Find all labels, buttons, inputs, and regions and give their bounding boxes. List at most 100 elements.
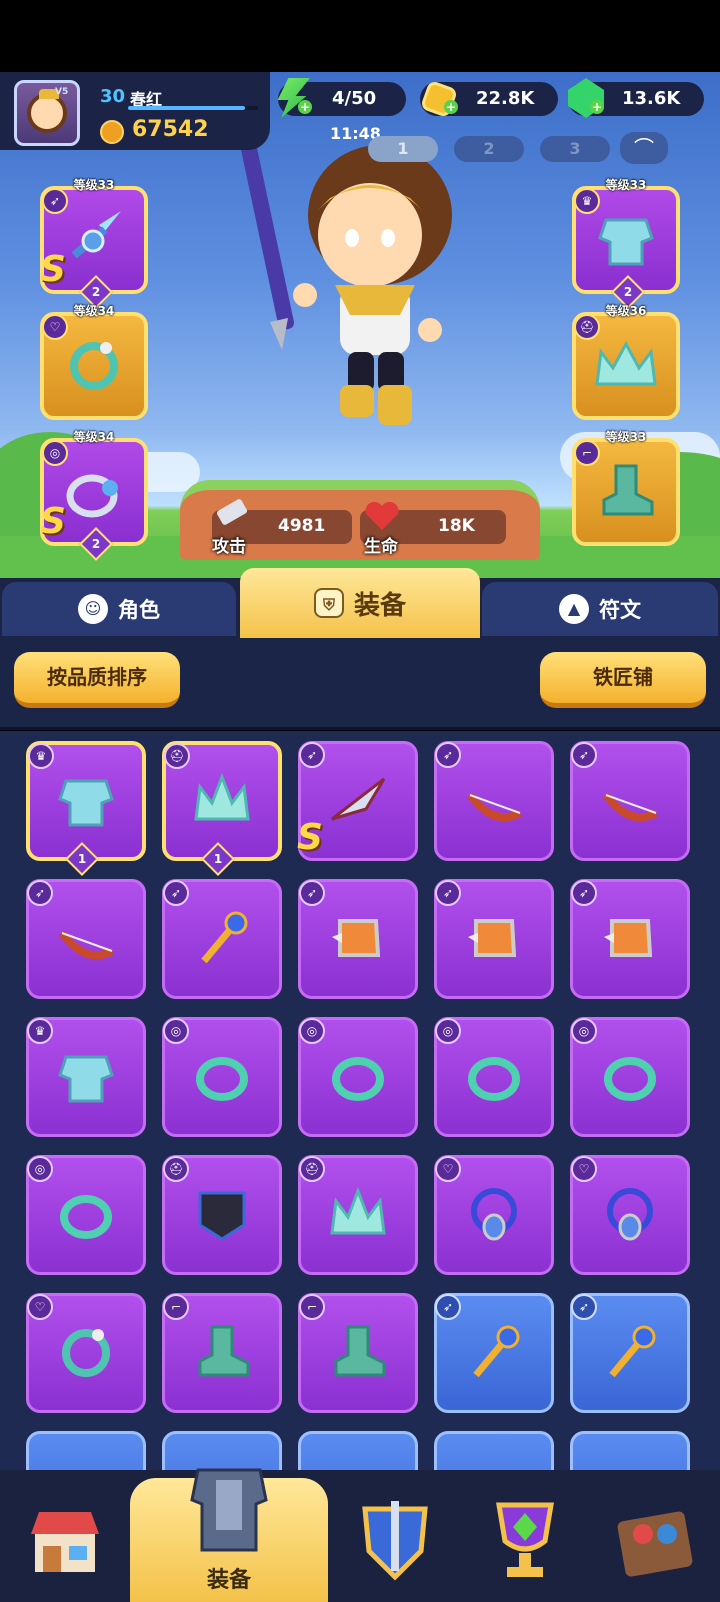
add-gem-icon[interactable]: +: [590, 100, 604, 114]
inventory-item[interactable]: ♛ 1: [26, 741, 146, 876]
add-energy-icon[interactable]: +: [298, 100, 312, 114]
inventory-item[interactable]: ♡: [570, 1155, 690, 1275]
crown-icon: [330, 1186, 386, 1235]
blacksmith-button[interactable]: 铁匠铺: [540, 652, 706, 708]
sword-icon: [216, 499, 248, 525]
xp-bar: [128, 106, 258, 110]
energy-value: 4/50: [332, 88, 377, 109]
equipped-slot-armor[interactable]: 等级33 ♛ 2: [572, 178, 680, 309]
gem-counter[interactable]: + 13.6K: [568, 78, 704, 118]
nav-arena[interactable]: [590, 1478, 720, 1602]
inventory-item[interactable]: [434, 1431, 554, 1471]
inventory-item[interactable]: ⌐: [298, 1293, 418, 1413]
amulet-icon: [471, 1188, 517, 1241]
inventory-item[interactable]: ♡: [434, 1155, 554, 1275]
inventory-item[interactable]: ➶ S: [297, 741, 418, 861]
hanger-icon[interactable]: ⌒: [620, 132, 668, 164]
inventory-item[interactable]: ➶: [570, 1293, 690, 1413]
nav-trophy[interactable]: [460, 1478, 590, 1602]
energy-counter[interactable]: + 4/50: [277, 78, 406, 118]
equipped-slot-helmet[interactable]: 等级36 ⛑: [572, 304, 680, 420]
equipped-slot-boots[interactable]: 等级33 ⌐: [572, 430, 680, 546]
tab-equipment[interactable]: ⛨ 装备: [240, 568, 480, 638]
hero-character: [241, 142, 452, 425]
ring-icon: ◎: [435, 1018, 461, 1044]
tab-character[interactable]: ☺ 角色: [2, 582, 236, 636]
ring-icon: [468, 1057, 520, 1101]
gold-counter[interactable]: + 22.8K: [419, 79, 558, 119]
inventory-item[interactable]: ➶: [298, 879, 418, 999]
inventory-item[interactable]: ◎: [298, 1017, 418, 1137]
inventory-item[interactable]: ♛: [26, 1017, 146, 1137]
inventory-item[interactable]: ➶: [570, 741, 690, 861]
inventory-item[interactable]: ♡: [26, 1293, 146, 1413]
loadout-tab-1[interactable]: 1: [368, 136, 438, 162]
inventory-item[interactable]: ⛑: [298, 1155, 418, 1275]
equipped-slot-ring[interactable]: 等级34 ◎ S 2: [40, 430, 148, 561]
armor-nav-icon: [190, 1468, 268, 1552]
inventory-item[interactable]: [26, 1431, 146, 1471]
bow-icon: ➶: [571, 1294, 597, 1320]
inventory-item[interactable]: ◎: [162, 1017, 282, 1137]
add-gold-icon[interactable]: +: [444, 100, 458, 114]
boot-icon: ⌐: [163, 1294, 189, 1320]
ring-icon: [66, 474, 118, 518]
bracelet-icon: [70, 342, 118, 390]
inventory-item[interactable]: ➶: [162, 879, 282, 999]
sort-by-quality-button[interactable]: 按品质排序: [14, 652, 180, 708]
inventory-item[interactable]: ◎: [434, 1017, 554, 1137]
inventory-item[interactable]: ➶: [26, 879, 146, 999]
inventory-item[interactable]: ➶: [434, 1293, 554, 1413]
bracelet-icon: [62, 1329, 110, 1377]
attack-value: 4981: [278, 516, 326, 536]
bow-icon: ➶: [435, 880, 461, 906]
loadout-tab-3[interactable]: 3: [540, 136, 610, 162]
boot-icon: [198, 1325, 250, 1377]
tab-runes[interactable]: ▲ 符文: [482, 582, 718, 636]
bow-icon: ➶: [163, 880, 189, 906]
necklace-icon: ♡: [27, 1294, 53, 1320]
vip-badge: V5: [55, 87, 69, 97]
necklace-icon: ♡: [571, 1156, 597, 1182]
count-badge: 1: [201, 842, 235, 876]
ring-icon: [196, 1057, 248, 1101]
ring-icon: ◎: [571, 1018, 597, 1044]
inventory-item[interactable]: ◎: [26, 1155, 146, 1275]
armor-icon: ♛: [28, 743, 54, 769]
armor-icon: ♛: [27, 1018, 53, 1044]
ring-icon: ◎: [299, 1018, 325, 1044]
inventory-item[interactable]: ⛑: [162, 1155, 282, 1275]
nav-equipment-label: 装备: [206, 1568, 251, 1593]
equipped-slot-necklace[interactable]: 等级34 ♡: [40, 304, 148, 420]
nav-shop[interactable]: [0, 1478, 130, 1602]
inventory-item[interactable]: [298, 1431, 418, 1471]
inventory-item[interactable]: ➶: [434, 879, 554, 999]
inventory-item[interactable]: ➶: [570, 879, 690, 999]
player-avatar[interactable]: V5: [14, 80, 80, 146]
inventory-item[interactable]: [570, 1431, 690, 1471]
inventory-grid: ♛ 1 ⛑ 1 ➶ S ➶ ➶ ➶ ➶ ➶ ➶ ➶ ♛ ◎ ◎ ◎ ◎ ◎ ⛑ ⛑ ♡ ♡ ♡ ⌐ ⌐ ➶ ➶: [0, 731, 720, 1471]
helmet-icon: ⛑: [574, 314, 600, 340]
bow-icon: [58, 930, 114, 960]
inventory-item[interactable]: ◎: [570, 1017, 690, 1137]
nav-equipment[interactable]: 装备: [130, 1468, 328, 1602]
nav-battle[interactable]: [330, 1478, 460, 1602]
avatar-face-icon: [27, 89, 67, 133]
tab-character-label: 角色: [118, 598, 160, 622]
gold-value: 22.8K: [476, 88, 535, 109]
ring-icon: [332, 1057, 384, 1101]
ring-icon: ◎: [27, 1156, 53, 1182]
player-level: 30: [100, 86, 126, 107]
tab-equipment-label: 装备: [353, 590, 406, 621]
staff-icon: [473, 1325, 520, 1378]
loadout-tab-2[interactable]: 2: [454, 136, 524, 162]
dart-icon: [331, 777, 386, 821]
amulet-icon: [607, 1188, 653, 1241]
inventory-item[interactable]: ➶: [434, 741, 554, 861]
inventory-item[interactable]: ⛑ 1: [162, 741, 282, 876]
crown-icon: [595, 340, 657, 386]
bow-icon: ➶: [299, 742, 325, 768]
staff-icon: [609, 1325, 656, 1378]
equipped-slot-weapon[interactable]: 等级33 ➶ S 2: [40, 178, 148, 309]
inventory-item[interactable]: ⌐: [162, 1293, 282, 1413]
